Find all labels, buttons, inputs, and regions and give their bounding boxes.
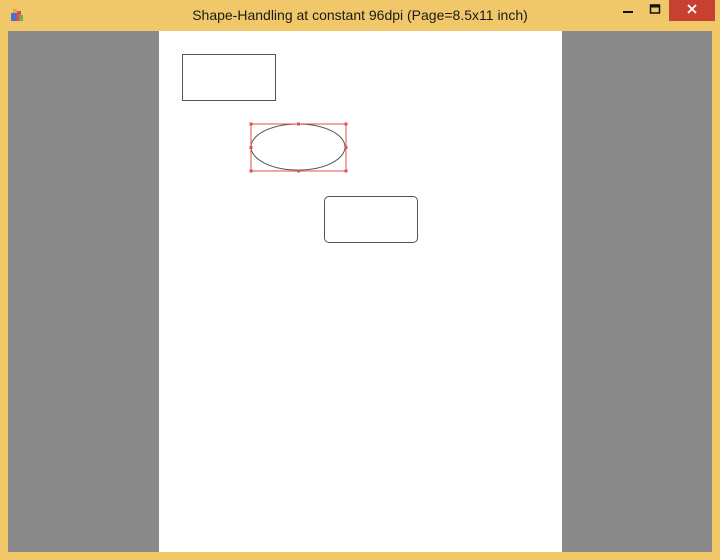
maximize-icon	[649, 2, 661, 20]
title-bar[interactable]: Shape-Handling at constant 96dpi (Page=8…	[0, 0, 720, 32]
minimize-button[interactable]	[614, 0, 642, 21]
close-icon	[686, 2, 698, 20]
workspace[interactable]	[8, 31, 712, 552]
selection-handles	[249, 122, 348, 173]
minimize-icon	[622, 2, 634, 20]
close-button[interactable]	[669, 0, 715, 21]
selected-ellipse-shape[interactable]	[249, 121, 349, 175]
rectangle-shape[interactable]	[182, 54, 276, 101]
app-window: Shape-Handling at constant 96dpi (Page=8…	[0, 0, 720, 560]
window-title: Shape-Handling at constant 96dpi (Page=8…	[192, 7, 528, 23]
rounded-rectangle-shape[interactable]	[324, 196, 418, 243]
maximize-button[interactable]	[642, 0, 668, 21]
page-canvas[interactable]	[159, 31, 562, 552]
